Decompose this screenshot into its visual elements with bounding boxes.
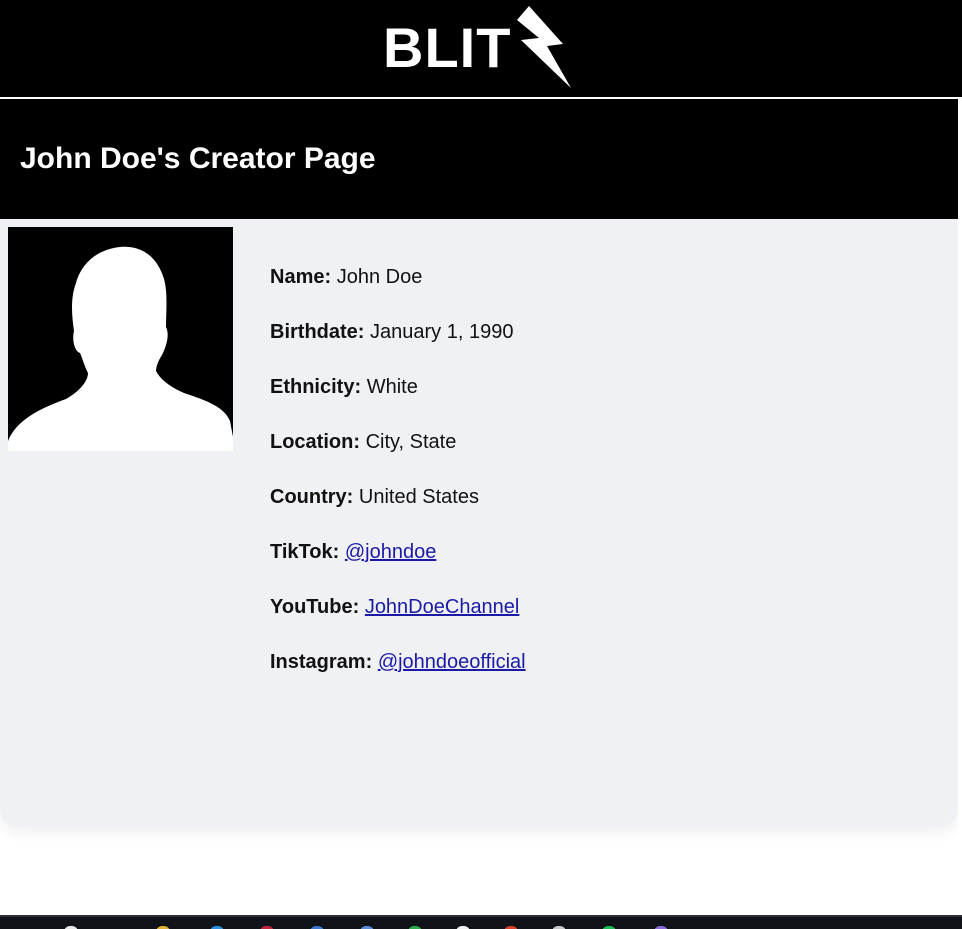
- detail-tiktok: TikTok: @johndoe: [270, 538, 526, 593]
- detail-value: White: [366, 376, 418, 398]
- logo-text: BLIT: [383, 16, 512, 79]
- detail-ethnicity: Ethnicity: White: [270, 373, 526, 428]
- title-header: John Doe's Creator Page: [0, 99, 958, 219]
- os-taskbar: [0, 915, 962, 929]
- instagram-link[interactable]: @johndoeofficial: [378, 651, 526, 673]
- profile-card: Name: John Doe Birthdate: January 1, 199…: [0, 219, 958, 827]
- detail-label: Birthdate:: [270, 321, 365, 343]
- page-title: John Doe's Creator Page: [20, 142, 376, 175]
- detail-label: Location:: [270, 431, 360, 453]
- detail-value: January 1, 1990: [370, 321, 514, 343]
- logo-header: BLIT: [0, 0, 962, 97]
- detail-value: United States: [358, 486, 479, 508]
- detail-label: Ethnicity:: [270, 376, 362, 398]
- detail-location: Location: City, State: [270, 428, 526, 483]
- detail-label: Name:: [270, 266, 332, 288]
- youtube-link[interactable]: JohnDoeChannel: [365, 596, 520, 618]
- window-edge: [958, 219, 962, 919]
- detail-birthdate: Birthdate: January 1, 1990: [270, 318, 526, 373]
- profile-details: Name: John Doe Birthdate: January 1, 199…: [270, 263, 526, 703]
- detail-value: City, State: [365, 431, 457, 453]
- detail-label: Instagram:: [270, 651, 373, 673]
- detail-instagram: Instagram: @johndoeofficial: [270, 648, 526, 703]
- detail-label: TikTok:: [270, 541, 340, 563]
- page: BLIT John Doe's Creator Page Name: John …: [0, 0, 962, 929]
- avatar: [8, 227, 233, 451]
- detail-name: Name: John Doe: [270, 263, 526, 318]
- blitz-logo[interactable]: BLIT: [383, 4, 583, 92]
- lightning-bolt-icon: [517, 6, 571, 88]
- tiktok-link[interactable]: @johndoe: [345, 541, 436, 563]
- detail-label: YouTube:: [270, 596, 360, 618]
- detail-country: Country: United States: [270, 483, 526, 538]
- person-silhouette-icon: [8, 246, 233, 451]
- detail-value: John Doe: [336, 266, 423, 288]
- detail-label: Country:: [270, 486, 354, 508]
- detail-youtube: YouTube: JohnDoeChannel: [270, 593, 526, 648]
